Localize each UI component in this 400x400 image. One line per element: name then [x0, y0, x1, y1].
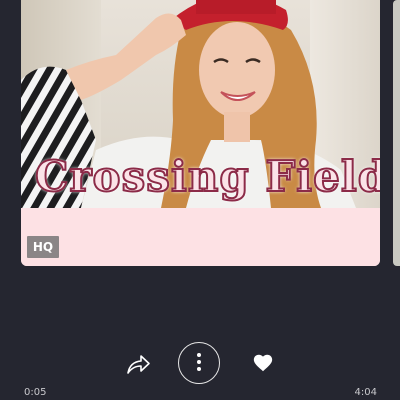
- share-button[interactable]: [124, 352, 152, 376]
- heart-icon: [253, 354, 273, 372]
- like-button[interactable]: [252, 352, 274, 374]
- total-time: 4:04: [354, 387, 377, 398]
- share-arrow-icon: [127, 355, 150, 374]
- album-art-card[interactable]: Crossing Field HQ: [21, 0, 380, 266]
- album-card-footer: [21, 208, 380, 266]
- next-album-card-edge[interactable]: [393, 0, 400, 266]
- player-controls: [0, 340, 400, 386]
- hq-badge: HQ: [27, 236, 59, 258]
- elapsed-time: 0:05: [24, 387, 47, 398]
- more-options-button[interactable]: [178, 342, 220, 384]
- player-screen: Crossing Field HQ 0:05 4:04: [0, 0, 400, 400]
- album-art-title: Crossing Field: [34, 151, 380, 202]
